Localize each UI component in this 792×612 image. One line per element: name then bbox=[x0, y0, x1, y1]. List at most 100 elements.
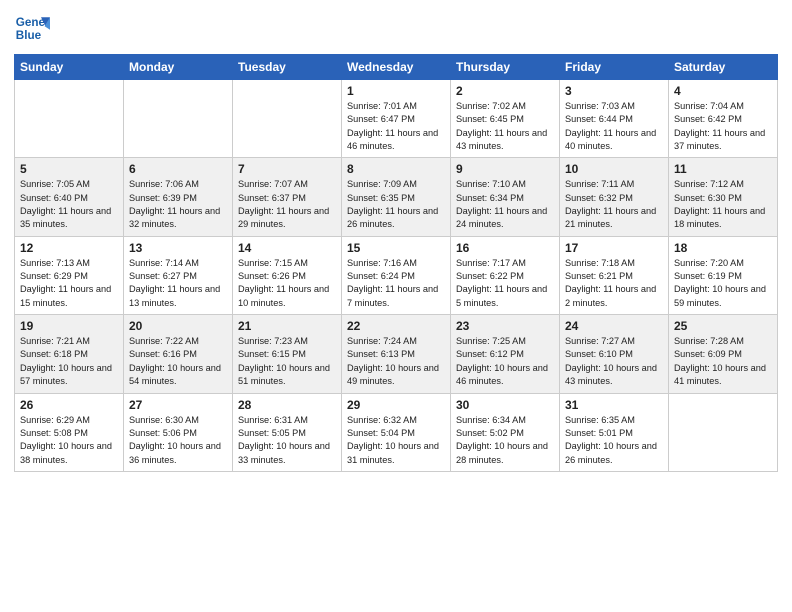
day-header-friday: Friday bbox=[560, 55, 669, 80]
day-number: 11 bbox=[674, 162, 772, 176]
calendar-cell: 23 Sunrise: 7:25 AMSunset: 6:12 PMDayligh… bbox=[451, 315, 560, 393]
day-header-tuesday: Tuesday bbox=[233, 55, 342, 80]
calendar-cell: 31 Sunrise: 6:35 AMSunset: 5:01 PMDayligh… bbox=[560, 393, 669, 471]
day-number: 25 bbox=[674, 319, 772, 333]
day-info: Sunrise: 7:15 AMSunset: 6:26 PMDaylight:… bbox=[238, 257, 336, 310]
day-number: 24 bbox=[565, 319, 663, 333]
day-number: 9 bbox=[456, 162, 554, 176]
day-info: Sunrise: 6:31 AMSunset: 5:05 PMDaylight:… bbox=[238, 414, 336, 467]
day-number: 7 bbox=[238, 162, 336, 176]
calendar-cell bbox=[669, 393, 778, 471]
svg-text:Blue: Blue bbox=[16, 29, 42, 42]
day-info: Sunrise: 7:27 AMSunset: 6:10 PMDaylight:… bbox=[565, 335, 663, 388]
day-info: Sunrise: 7:07 AMSunset: 6:37 PMDaylight:… bbox=[238, 178, 336, 231]
calendar-cell: 7 Sunrise: 7:07 AMSunset: 6:37 PMDaylight… bbox=[233, 158, 342, 236]
calendar-cell: 3Sunrise: 7:03 AMSunset: 6:44 PMDaylight… bbox=[560, 80, 669, 158]
day-number: 23 bbox=[456, 319, 554, 333]
day-info: Sunrise: 7:28 AMSunset: 6:09 PMDaylight:… bbox=[674, 335, 772, 388]
day-info: Sunrise: 7:10 AMSunset: 6:34 PMDaylight:… bbox=[456, 178, 554, 231]
day-header-saturday: Saturday bbox=[669, 55, 778, 80]
day-info: Sunrise: 7:05 AMSunset: 6:40 PMDaylight:… bbox=[20, 178, 118, 231]
day-number: 14 bbox=[238, 241, 336, 255]
page: General Blue SundayMondayTuesdayWednesda… bbox=[0, 0, 792, 612]
calendar-week-row: 12Sunrise: 7:13 AMSunset: 6:29 PMDayligh… bbox=[15, 236, 778, 314]
day-number: 22 bbox=[347, 319, 445, 333]
day-info: Sunrise: 7:04 AMSunset: 6:42 PMDaylight:… bbox=[674, 100, 772, 153]
day-info: Sunrise: 7:22 AMSunset: 6:16 PMDaylight:… bbox=[129, 335, 227, 388]
day-info: Sunrise: 7:20 AMSunset: 6:19 PMDaylight:… bbox=[674, 257, 772, 310]
day-number: 16 bbox=[456, 241, 554, 255]
header: General Blue bbox=[14, 10, 778, 46]
day-number: 15 bbox=[347, 241, 445, 255]
calendar-cell: 30 Sunrise: 6:34 AMSunset: 5:02 PMDayligh… bbox=[451, 393, 560, 471]
calendar-cell: 9 Sunrise: 7:10 AMSunset: 6:34 PMDaylight… bbox=[451, 158, 560, 236]
day-header-monday: Monday bbox=[124, 55, 233, 80]
calendar-week-row: 26 Sunrise: 6:29 AMSunset: 5:08 PMDayligh… bbox=[15, 393, 778, 471]
day-info: Sunrise: 7:23 AMSunset: 6:15 PMDaylight:… bbox=[238, 335, 336, 388]
day-info: Sunrise: 7:01 AMSunset: 6:47 PMDaylight:… bbox=[347, 100, 445, 153]
day-number: 28 bbox=[238, 398, 336, 412]
day-number: 5 bbox=[20, 162, 118, 176]
day-header-wednesday: Wednesday bbox=[342, 55, 451, 80]
calendar-cell: 17 Sunrise: 7:18 AMSunset: 6:21 PMDayligh… bbox=[560, 236, 669, 314]
day-info: Sunrise: 7:03 AMSunset: 6:44 PMDaylight:… bbox=[565, 100, 663, 153]
day-number: 8 bbox=[347, 162, 445, 176]
calendar-cell: 12Sunrise: 7:13 AMSunset: 6:29 PMDayligh… bbox=[15, 236, 124, 314]
day-info: Sunrise: 7:24 AMSunset: 6:13 PMDaylight:… bbox=[347, 335, 445, 388]
day-info: Sunrise: 7:21 AMSunset: 6:18 PMDaylight:… bbox=[20, 335, 118, 388]
logo-icon: General Blue bbox=[14, 10, 50, 46]
calendar-cell bbox=[233, 80, 342, 158]
calendar-cell: 28 Sunrise: 6:31 AMSunset: 5:05 PMDayligh… bbox=[233, 393, 342, 471]
calendar-cell: 11 Sunrise: 7:12 AMSunset: 6:30 PMDayligh… bbox=[669, 158, 778, 236]
calendar-cell: 1Sunrise: 7:01 AMSunset: 6:47 PMDaylight… bbox=[342, 80, 451, 158]
calendar-cell: 16 Sunrise: 7:17 AMSunset: 6:22 PMDayligh… bbox=[451, 236, 560, 314]
day-number: 2 bbox=[456, 84, 554, 98]
day-info: Sunrise: 7:18 AMSunset: 6:21 PMDaylight:… bbox=[565, 257, 663, 310]
calendar-cell: 5 Sunrise: 7:05 AMSunset: 6:40 PMDaylight… bbox=[15, 158, 124, 236]
calendar-cell: 4 Sunrise: 7:04 AMSunset: 6:42 PMDaylight… bbox=[669, 80, 778, 158]
calendar-cell: 25 Sunrise: 7:28 AMSunset: 6:09 PMDayligh… bbox=[669, 315, 778, 393]
calendar-cell: 24 Sunrise: 7:27 AMSunset: 6:10 PMDayligh… bbox=[560, 315, 669, 393]
day-info: Sunrise: 6:30 AMSunset: 5:06 PMDaylight:… bbox=[129, 414, 227, 467]
day-header-sunday: Sunday bbox=[15, 55, 124, 80]
day-info: Sunrise: 7:02 AMSunset: 6:45 PMDaylight:… bbox=[456, 100, 554, 153]
day-info: Sunrise: 7:14 AMSunset: 6:27 PMDaylight:… bbox=[129, 257, 227, 310]
calendar-cell: 14 Sunrise: 7:15 AMSunset: 6:26 PMDayligh… bbox=[233, 236, 342, 314]
day-info: Sunrise: 6:34 AMSunset: 5:02 PMDaylight:… bbox=[456, 414, 554, 467]
day-number: 19 bbox=[20, 319, 118, 333]
day-info: Sunrise: 7:17 AMSunset: 6:22 PMDaylight:… bbox=[456, 257, 554, 310]
calendar-cell: 15 Sunrise: 7:16 AMSunset: 6:24 PMDayligh… bbox=[342, 236, 451, 314]
calendar-cell: 2 Sunrise: 7:02 AMSunset: 6:45 PMDaylight… bbox=[451, 80, 560, 158]
day-number: 31 bbox=[565, 398, 663, 412]
day-number: 18 bbox=[674, 241, 772, 255]
calendar-cell: 10 Sunrise: 7:11 AMSunset: 6:32 PMDayligh… bbox=[560, 158, 669, 236]
day-info: Sunrise: 6:35 AMSunset: 5:01 PMDaylight:… bbox=[565, 414, 663, 467]
day-number: 20 bbox=[129, 319, 227, 333]
calendar-cell: 27 Sunrise: 6:30 AMSunset: 5:06 PMDayligh… bbox=[124, 393, 233, 471]
day-number: 30 bbox=[456, 398, 554, 412]
calendar-week-row: 5 Sunrise: 7:05 AMSunset: 6:40 PMDaylight… bbox=[15, 158, 778, 236]
day-number: 27 bbox=[129, 398, 227, 412]
day-number: 17 bbox=[565, 241, 663, 255]
day-number: 10 bbox=[565, 162, 663, 176]
logo: General Blue bbox=[14, 10, 50, 46]
calendar-cell: 20 Sunrise: 7:22 AMSunset: 6:16 PMDayligh… bbox=[124, 315, 233, 393]
day-number: 6 bbox=[129, 162, 227, 176]
day-info: Sunrise: 7:11 AMSunset: 6:32 PMDaylight:… bbox=[565, 178, 663, 231]
day-info: Sunrise: 7:25 AMSunset: 6:12 PMDaylight:… bbox=[456, 335, 554, 388]
calendar-cell: 26 Sunrise: 6:29 AMSunset: 5:08 PMDayligh… bbox=[15, 393, 124, 471]
day-number: 26 bbox=[20, 398, 118, 412]
calendar-cell bbox=[124, 80, 233, 158]
calendar-cell: 6 Sunrise: 7:06 AMSunset: 6:39 PMDaylight… bbox=[124, 158, 233, 236]
calendar-cell: 21Sunrise: 7:23 AMSunset: 6:15 PMDayligh… bbox=[233, 315, 342, 393]
calendar-week-row: 19 Sunrise: 7:21 AMSunset: 6:18 PMDayligh… bbox=[15, 315, 778, 393]
calendar-cell: 22 Sunrise: 7:24 AMSunset: 6:13 PMDayligh… bbox=[342, 315, 451, 393]
day-number: 4 bbox=[674, 84, 772, 98]
day-info: Sunrise: 7:06 AMSunset: 6:39 PMDaylight:… bbox=[129, 178, 227, 231]
calendar-cell: 19 Sunrise: 7:21 AMSunset: 6:18 PMDayligh… bbox=[15, 315, 124, 393]
day-info: Sunrise: 7:16 AMSunset: 6:24 PMDaylight:… bbox=[347, 257, 445, 310]
day-info: Sunrise: 7:12 AMSunset: 6:30 PMDaylight:… bbox=[674, 178, 772, 231]
day-info: Sunrise: 6:29 AMSunset: 5:08 PMDaylight:… bbox=[20, 414, 118, 467]
day-info: Sunrise: 7:09 AMSunset: 6:35 PMDaylight:… bbox=[347, 178, 445, 231]
day-number: 13 bbox=[129, 241, 227, 255]
